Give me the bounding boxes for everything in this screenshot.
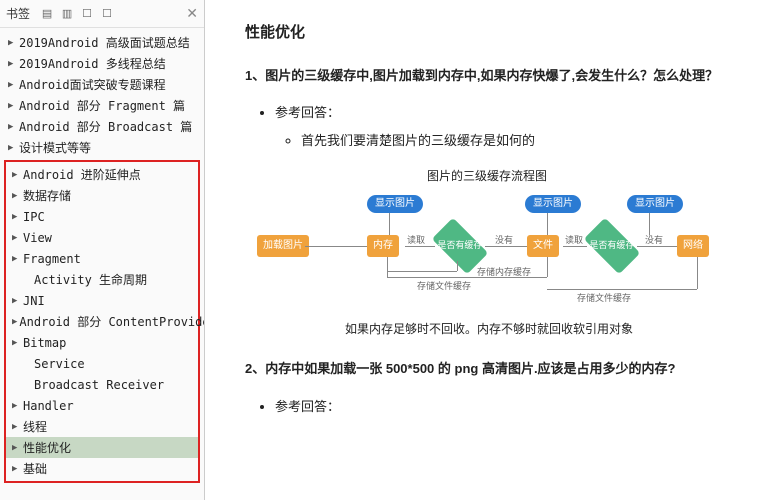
- bookmark-icon[interactable]: ☐: [100, 7, 114, 21]
- ref-answer-label-2: 参考回答：: [275, 396, 729, 418]
- node-mem: 内存: [367, 235, 399, 257]
- note-text: 如果内存足够时不回收。内存不够时就回收软引用对象: [345, 319, 729, 339]
- tree-item[interactable]: Broadcast Receiver: [6, 374, 198, 395]
- tree-item[interactable]: ▶数据存储: [6, 185, 198, 206]
- layout1-icon[interactable]: ▤: [40, 7, 54, 21]
- pill-2: 显示图片: [525, 195, 581, 213]
- cache-flow-diagram: 显示图片 显示图片 显示图片 加载图片 内存 是否有缓存 文件 是否有缓存 网络…: [257, 195, 717, 305]
- tree-item[interactable]: ▶IPC: [6, 206, 198, 227]
- tree-item[interactable]: ▶2019Android 多线程总结: [0, 53, 204, 74]
- tree-item[interactable]: ▶Android 部分 Fragment 篇: [0, 95, 204, 116]
- tree-item[interactable]: ▶设计模式等等: [0, 137, 204, 158]
- tree-item[interactable]: ▶Fragment: [6, 248, 198, 269]
- tree-item[interactable]: ▶线程: [6, 416, 198, 437]
- tree-item[interactable]: ▶Android 进阶延伸点: [6, 164, 198, 185]
- sidebar-title: 书签: [6, 5, 30, 22]
- tree-item[interactable]: ▶性能优化: [6, 437, 198, 458]
- node-cache2: 是否有缓存: [584, 217, 641, 274]
- bookmark-add-icon[interactable]: ☐: [80, 7, 94, 21]
- ref-answer-label: 参考回答：: [275, 102, 729, 124]
- tree-item[interactable]: ▶View: [6, 227, 198, 248]
- diagram-title: 图片的三级缓存流程图: [245, 166, 729, 186]
- tree-item[interactable]: ▶Android 部分 ContentProvider 篇: [6, 311, 198, 332]
- pill-1: 显示图片: [367, 195, 423, 213]
- tree-item[interactable]: ▶Android 部分 Broadcast 篇: [0, 116, 204, 137]
- question-1: 1、图片的三级缓存中,图片加载到内存中,如果内存快爆了,会发生什么？怎么处理？: [245, 64, 729, 89]
- tree-item[interactable]: Service: [6, 353, 198, 374]
- tree-item[interactable]: ▶Handler: [6, 395, 198, 416]
- close-icon[interactable]: ✕: [186, 5, 198, 22]
- tree-item[interactable]: ▶基础: [6, 458, 198, 479]
- tree-item[interactable]: ▶2019Android 高级面试题总结: [0, 32, 204, 53]
- bookmark-tree: ▶2019Android 高级面试题总结▶2019Android 多线程总结▶A…: [0, 28, 204, 500]
- tree-item[interactable]: ▶Android面试突破专题课程: [0, 74, 204, 95]
- pill-3: 显示图片: [627, 195, 683, 213]
- node-load: 加载图片: [257, 235, 309, 257]
- question-2: 2、内存中如果加载一张 500*500 的 png 高清图片.应该是占用多少的内…: [245, 357, 729, 382]
- tree-item[interactable]: Activity 生命周期: [6, 269, 198, 290]
- layout2-icon[interactable]: ▥: [60, 7, 74, 21]
- page-title: 性能优化: [245, 20, 729, 46]
- node-file: 文件: [527, 235, 559, 257]
- tree-item[interactable]: ▶JNI: [6, 290, 198, 311]
- tree-item[interactable]: ▶Bitmap: [6, 332, 198, 353]
- answer-1-item: 首先我们要清楚图片的三级缓存是如何的: [301, 130, 729, 152]
- document-content: 性能优化 1、图片的三级缓存中,图片加载到内存中,如果内存快爆了,会发生什么？怎…: [205, 0, 759, 500]
- node-net: 网络: [677, 235, 709, 257]
